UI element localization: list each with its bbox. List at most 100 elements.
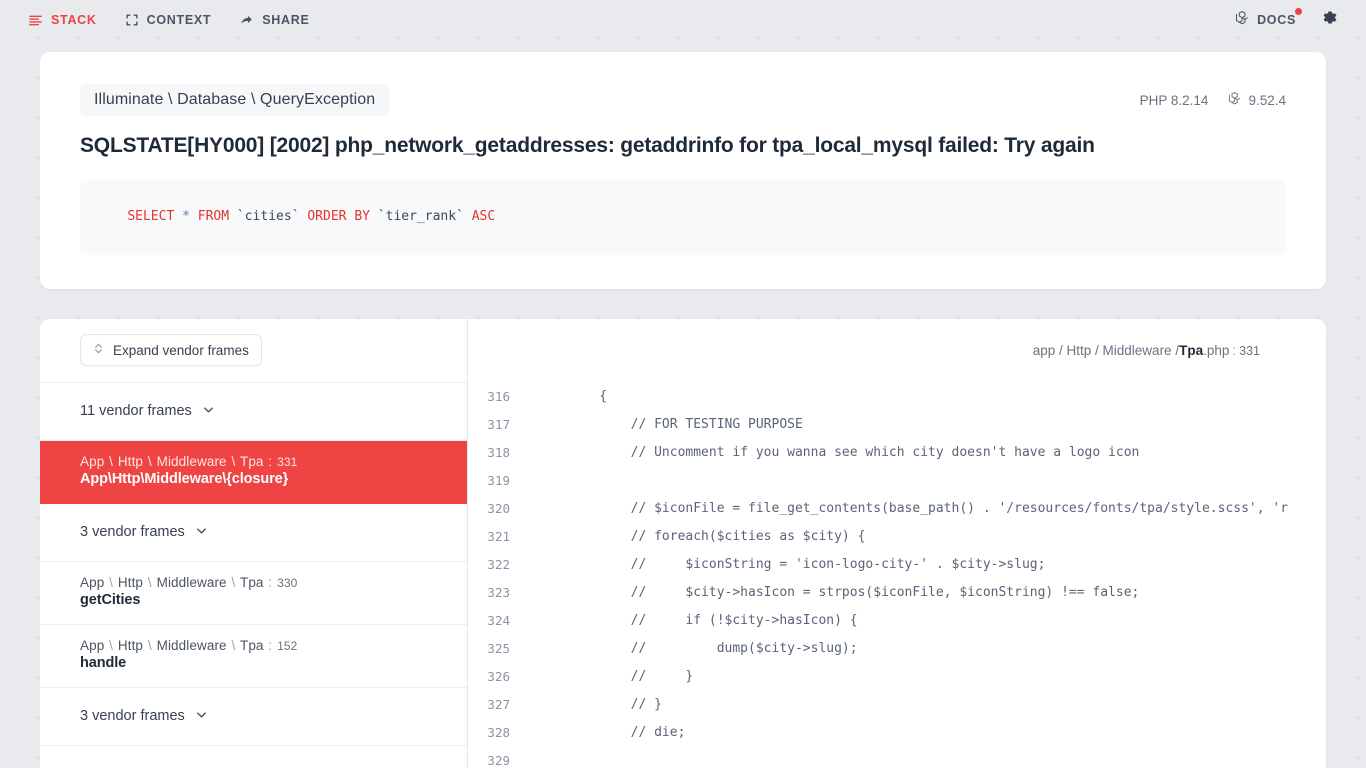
source-file-ext: .php	[1203, 343, 1230, 359]
code-line-number: 320	[487, 501, 510, 517]
code-line: 317 // FOR TESTING PURPOSE	[468, 411, 1326, 439]
stack-frame-item[interactable]: App \ Http \ Middleware \ Tpa : 152 handl…	[40, 624, 467, 688]
expand-vendor-frames-label: Expand vendor frames	[113, 342, 249, 358]
code-line-number: 327	[487, 697, 510, 713]
vendor-frames-label: 3 vendor frames	[80, 708, 185, 725]
exception-header-row: Illuminate \ Database \ QueryException P…	[80, 84, 1286, 116]
sql-token: `tier_rank`	[369, 209, 472, 225]
sql-token: ORDER BY	[307, 209, 370, 225]
exception-class-badge: Illuminate \ Database \ QueryException	[80, 84, 390, 116]
code-line: 318 // Uncomment if you wanna see which …	[468, 439, 1326, 467]
vendor-frames-label: 3 vendor frames	[80, 524, 185, 541]
framework-version: 9.52.4	[1228, 91, 1286, 109]
code-line: 329	[468, 747, 1326, 768]
chevron-down-icon	[195, 708, 208, 725]
exception-summary-card: Illuminate \ Database \ QueryException P…	[40, 52, 1326, 289]
chevron-down-icon	[202, 403, 215, 420]
code-line-text: // foreach($cities as $city) {	[568, 529, 866, 545]
code-line-number: 328	[487, 725, 510, 741]
stack-frame-function: handle	[80, 654, 127, 671]
code-line-number: 318	[487, 445, 510, 461]
code-line-number: 323	[487, 585, 510, 601]
code-line-number: 322	[487, 557, 510, 573]
tab-share-label: SHARE	[262, 13, 310, 27]
top-navigation-bar: STACK CONTEXT SHARE DOCS	[0, 0, 1366, 40]
code-line-text: // $iconString = 'icon-logo-city-' . $ci…	[568, 557, 1046, 573]
code-line-number: 324	[487, 613, 510, 629]
chevron-updown-icon	[93, 342, 104, 358]
list-icon	[28, 13, 43, 28]
code-line-text: // die;	[568, 725, 686, 741]
stack-frames-sidebar: Expand vendor frames 11 vendor frames App…	[40, 318, 468, 768]
stack-frame-path: App \ Http \ Middleware \ Tpa : 330	[80, 574, 298, 590]
code-line: 323 // $city->hasIcon = strpos($iconFile…	[468, 579, 1326, 607]
code-line-text: // dump($city->slug);	[568, 641, 858, 657]
code-line: 321 // foreach($cities as $city) {	[468, 523, 1326, 551]
stack-frame-item[interactable]: App \ Http \ Middleware \ Tpa : 330 getCi…	[40, 561, 467, 625]
source-file-dir: app / Http / Middleware /	[1032, 343, 1180, 359]
sql-query-text: SELECT * FROM `cities` ORDER BY `tier_ra…	[127, 209, 495, 224]
vendor-frames-toggle[interactable]: 11 vendor frames	[40, 382, 467, 441]
tab-stack[interactable]: STACK	[14, 8, 111, 33]
framework-version-label: 9.52.4	[1248, 92, 1286, 108]
source-file-breadcrumb: app / Http / Middleware / Tpa .php:331	[468, 319, 1326, 383]
docs-link[interactable]: DOCS	[1225, 6, 1306, 34]
docs-label: DOCS	[1257, 13, 1296, 27]
stack-frame-function: getCities	[80, 591, 141, 608]
code-line: 328 // die;	[468, 719, 1326, 747]
code-line-number: 319	[487, 473, 510, 489]
sql-token: FROM	[197, 209, 230, 225]
stack-frame-path: App \ Http \ Middleware \ Tpa : 331	[80, 453, 298, 469]
vendor-frames-toggle[interactable]: 3 vendor frames	[40, 503, 467, 562]
vendor-frames-label: 11 vendor frames	[80, 403, 192, 420]
code-line: 324 // if (!$city->hasIcon) {	[468, 607, 1326, 635]
code-line-number: 321	[487, 529, 510, 545]
code-line-number: 329	[487, 753, 510, 768]
expand-vendor-frames-button[interactable]: Expand vendor frames	[80, 334, 262, 367]
vendor-frames-toggle[interactable]: 3 vendor frames	[40, 687, 467, 746]
sql-token: SELECT	[127, 209, 175, 225]
share-arrow-icon	[239, 13, 254, 28]
code-line: 320 // $iconFile = file_get_contents(bas…	[468, 495, 1326, 523]
tab-share[interactable]: SHARE	[225, 8, 323, 33]
sql-token: `cities`	[229, 209, 308, 225]
laravel-icon	[1228, 91, 1242, 109]
settings-button[interactable]	[1312, 3, 1346, 37]
source-file-name: Tpa	[1179, 343, 1204, 359]
code-line-text: // Uncomment if you wanna see which city…	[568, 445, 1140, 461]
stack-frames-sidebar-header: Expand vendor frames	[40, 319, 467, 383]
source-file-line: 331	[1239, 343, 1260, 358]
chevron-down-icon	[195, 524, 208, 541]
code-line-number: 317	[487, 417, 510, 433]
exception-message: SQLSTATE[HY000] [2002] php_network_getad…	[80, 134, 1095, 157]
sql-token: *	[182, 209, 190, 225]
exception-environment-meta: PHP 8.2.14 9.52.4	[1139, 91, 1286, 109]
code-line-number: 325	[487, 641, 510, 657]
code-line-text: // }	[568, 697, 662, 713]
stack-frame-path: App \ Http \ Middleware \ Tpa : 152	[80, 637, 298, 653]
stack-trace-card: Expand vendor frames 11 vendor frames App…	[40, 318, 1326, 768]
code-line-text: {	[568, 389, 608, 405]
code-line: 327 // }	[468, 691, 1326, 719]
php-version-label: PHP 8.2.14	[1139, 92, 1209, 108]
laravel-icon	[1235, 11, 1250, 29]
source-code-lines: 316 {317 // FOR TESTING PURPOSE 318 // Un…	[468, 383, 1326, 768]
gear-icon	[1321, 9, 1338, 31]
tab-stack-label: STACK	[51, 13, 97, 27]
code-line: 322 // $iconString = 'icon-logo-city-' .…	[468, 551, 1326, 579]
topbar-right-group: DOCS	[1225, 3, 1352, 37]
code-line: 325 // dump($city->slug);	[468, 635, 1326, 663]
tab-context[interactable]: CONTEXT	[111, 8, 226, 32]
brackets-icon	[125, 13, 139, 27]
code-line: 319	[468, 467, 1326, 495]
stack-frame-item[interactable]: App \ Http \ Middleware \ Tpa : 331 App\H…	[40, 440, 467, 504]
stack-frames-list: 11 vendor frames App \ Http \ Middleware …	[40, 382, 467, 746]
stack-frame-function: App\Http\Middleware\{closure}	[80, 470, 289, 487]
tab-context-label: CONTEXT	[146, 13, 212, 27]
sql-query-block: SELECT * FROM `cities` ORDER BY `tier_ra…	[80, 180, 1286, 255]
code-line-text: // if (!$city->hasIcon) {	[568, 613, 858, 629]
source-code-pane: app / Http / Middleware / Tpa .php:331 31…	[468, 318, 1326, 768]
nav-tab-group: STACK CONTEXT SHARE	[14, 8, 324, 33]
